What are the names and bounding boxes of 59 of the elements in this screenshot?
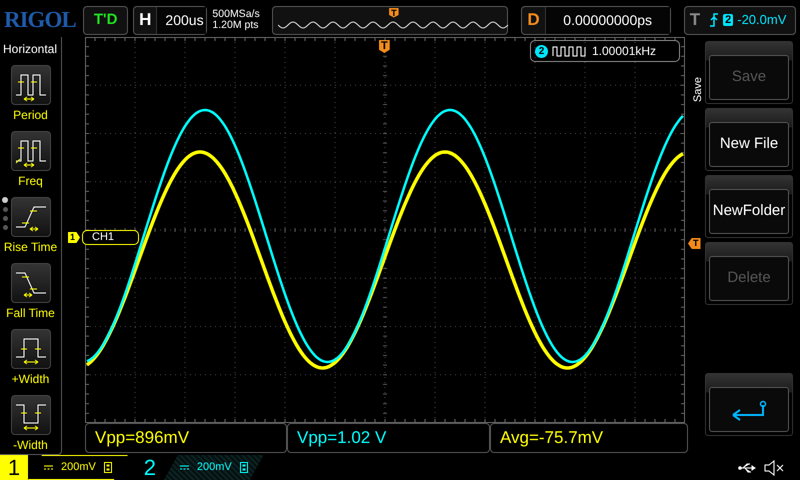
measure-button[interactable] [10, 329, 50, 369]
measure-label[interactable]: Fall Time [6, 304, 55, 322]
timebase-panel[interactable]: H 200us [133, 6, 208, 34]
menu-title: Save [691, 77, 705, 102]
measurement-readout: Vpp=1.02 V [297, 427, 386, 450]
channel-number[interactable]: 2 [136, 455, 164, 480]
frequency-value: 1.00001kHz [592, 43, 656, 60]
trigger-label: T [688, 9, 702, 32]
softkey-button[interactable]: New File [709, 122, 789, 167]
channel-marker: 1 [68, 232, 80, 243]
measure-button[interactable] [10, 197, 50, 237]
softkey-button[interactable]: NewFolder [709, 189, 789, 234]
timebase-label: H [138, 9, 152, 32]
back-button[interactable] [709, 387, 789, 432]
delay-value: 0.00000000ps [544, 6, 670, 34]
channel-scale-tab[interactable]: 200mV [164, 455, 264, 480]
memory-depth: 1.20M pts [212, 20, 260, 31]
page-dot[interactable] [2, 225, 8, 230]
channel-scale: 200mV [196, 460, 232, 476]
measure-label[interactable]: Rise Time [4, 238, 58, 256]
measure-label[interactable]: Period [13, 106, 48, 124]
timebase-value: 200us [156, 6, 206, 34]
logo: RIGOL [4, 6, 77, 34]
measure-label[interactable]: Freq [18, 172, 43, 190]
bandwidth-limit-icon [240, 462, 248, 473]
channel-scale: 200mV [61, 460, 96, 476]
channel-scale-tab[interactable]: 200mV [28, 455, 128, 480]
sample-rate: 500MSa/s [212, 9, 261, 20]
measurement-readout: Avg=-75.7mV [500, 427, 604, 450]
measure-label[interactable]: -Width [13, 436, 48, 454]
trigger-position-marker: T [389, 8, 399, 18]
page-dot[interactable] [2, 197, 8, 203]
page-dot[interactable] [2, 216, 8, 221]
measurement-readout: Vpp=896mV [95, 427, 190, 450]
speaker-muted-icon [764, 460, 784, 476]
usb-icon [738, 462, 756, 472]
page-dot[interactable] [2, 207, 8, 212]
channel-label: CH1 [82, 230, 140, 245]
channel-badge: 2 [535, 44, 548, 58]
measure-button[interactable] [10, 65, 50, 105]
measure-button[interactable] [10, 395, 50, 435]
dc-coupling-icon [180, 465, 189, 470]
delay-panel[interactable]: D 0.00000000ps [521, 6, 671, 34]
measure-button[interactable] [10, 131, 50, 171]
dc-coupling-icon [44, 465, 53, 470]
run-status[interactable]: T'D [83, 6, 128, 34]
rising-edge-icon [709, 13, 720, 27]
channel-number[interactable]: 1 [0, 455, 28, 480]
delay-label: D [526, 9, 541, 32]
bandwidth-limit-icon [104, 462, 112, 473]
menu-title: Horizontal [2, 41, 58, 58]
trigger-position-marker: T [379, 40, 390, 53]
measure-label[interactable]: +Width [12, 370, 50, 388]
trigger-panel[interactable]: T 2 -20.0mV [684, 6, 796, 34]
square-wave-icon [552, 45, 588, 57]
trigger-level: -20.0mV [737, 11, 786, 30]
measure-button[interactable] [10, 263, 50, 303]
trigger-level-marker: T [688, 238, 700, 249]
trigger-source: 2 [723, 14, 734, 26]
